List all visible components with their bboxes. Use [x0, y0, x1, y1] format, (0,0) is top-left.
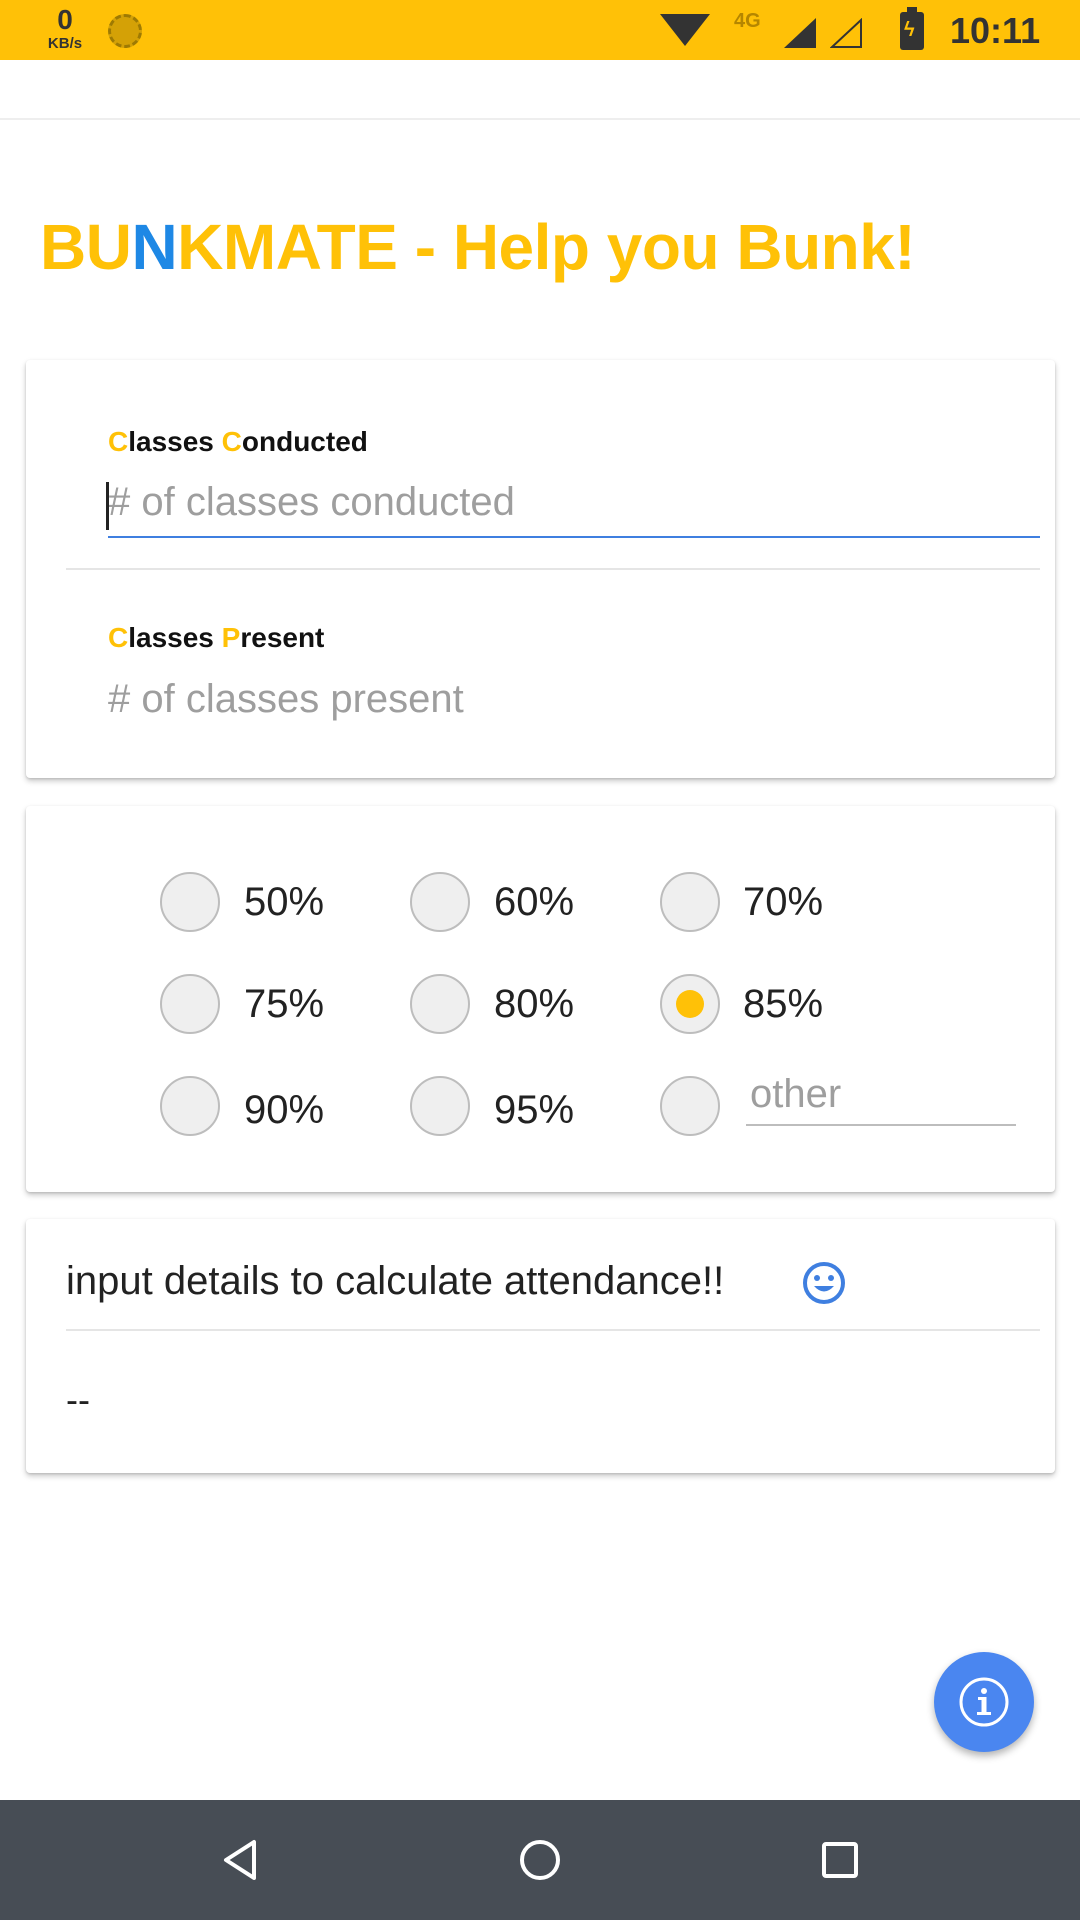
radio-80-percent-label: 80%	[494, 982, 575, 1026]
radio-70-percent[interactable]	[660, 872, 720, 932]
app-toolbar	[0, 60, 1080, 120]
radio-90-percent[interactable]	[160, 1076, 220, 1136]
signal-icon	[784, 18, 816, 48]
label-initial: C	[221, 426, 242, 457]
classes-input-card: Classes Conducted Classes Present	[26, 360, 1055, 778]
app-title: BUNKMATE - Help you Bunk!	[40, 210, 916, 284]
sun-icon	[108, 14, 142, 48]
label-text: lasses	[128, 426, 222, 457]
radio-75-percent[interactable]	[160, 974, 220, 1034]
navigation-bar	[0, 1800, 1080, 1920]
status-bar: 0 KB/s 4G ϟ 10:11	[0, 0, 1080, 60]
percentage-card: 50% 60% 70% 75% 80% 85% 90% 95%	[26, 806, 1055, 1192]
radio-other[interactable]	[660, 1076, 720, 1136]
network-type: 4G	[734, 10, 761, 32]
label-initial: C	[108, 426, 129, 457]
label-initial: C	[108, 622, 129, 653]
radio-75-percent-label: 75%	[244, 982, 325, 1026]
network-speed-value: 0	[57, 4, 73, 35]
radio-60-percent[interactable]	[410, 872, 470, 932]
radio-50-percent[interactable]	[160, 872, 220, 932]
classes-present-label: Classes Present	[108, 622, 324, 654]
result-heading: input details to calculate attendance!!	[66, 1259, 725, 1303]
recents-icon[interactable]	[812, 1832, 868, 1888]
label-text: resent	[240, 622, 325, 653]
app-title-accent-letter: N	[131, 211, 178, 283]
wifi-icon	[660, 14, 710, 46]
radio-80-percent[interactable]	[410, 974, 470, 1034]
label-initial: P	[221, 622, 241, 653]
radio-95-percent[interactable]	[410, 1076, 470, 1136]
app-title-part-2: KMATE - Help you Bunk!	[177, 211, 916, 283]
classes-present-input[interactable]	[108, 664, 1040, 734]
classes-conducted-label: Classes Conducted	[108, 426, 368, 458]
radio-70-percent-label: 70%	[743, 880, 824, 924]
radio-85-percent[interactable]	[660, 974, 720, 1034]
classes-conducted-input[interactable]	[108, 468, 1040, 538]
radio-50-percent-label: 50%	[244, 880, 325, 924]
signal-outline-icon	[830, 18, 862, 48]
info-button[interactable]	[934, 1652, 1034, 1752]
battery-charging-icon: ϟ	[900, 7, 924, 50]
radio-85-percent-label: 85%	[743, 982, 824, 1026]
network-speed: 0 KB/s	[40, 4, 90, 52]
label-text: lasses	[128, 622, 222, 653]
radio-95-percent-label: 95%	[494, 1088, 575, 1132]
other-percentage-input[interactable]	[746, 1064, 1016, 1126]
result-card: input details to calculate attendance!! …	[26, 1219, 1055, 1473]
back-icon[interactable]	[212, 1832, 268, 1888]
info-icon	[959, 1677, 1009, 1727]
app-title-part-1: BU	[40, 211, 132, 283]
clock: 10:11	[950, 10, 1041, 51]
text-cursor	[106, 482, 109, 530]
radio-60-percent-label: 60%	[494, 880, 575, 924]
attendance-result: --	[66, 1379, 90, 1420]
home-icon[interactable]	[512, 1832, 568, 1888]
smile-icon	[803, 1262, 845, 1304]
divider	[66, 568, 1040, 570]
radio-90-percent-label: 90%	[244, 1088, 325, 1132]
network-speed-unit: KB/s	[47, 35, 83, 52]
divider	[66, 1329, 1040, 1331]
label-text: onducted	[241, 426, 368, 457]
